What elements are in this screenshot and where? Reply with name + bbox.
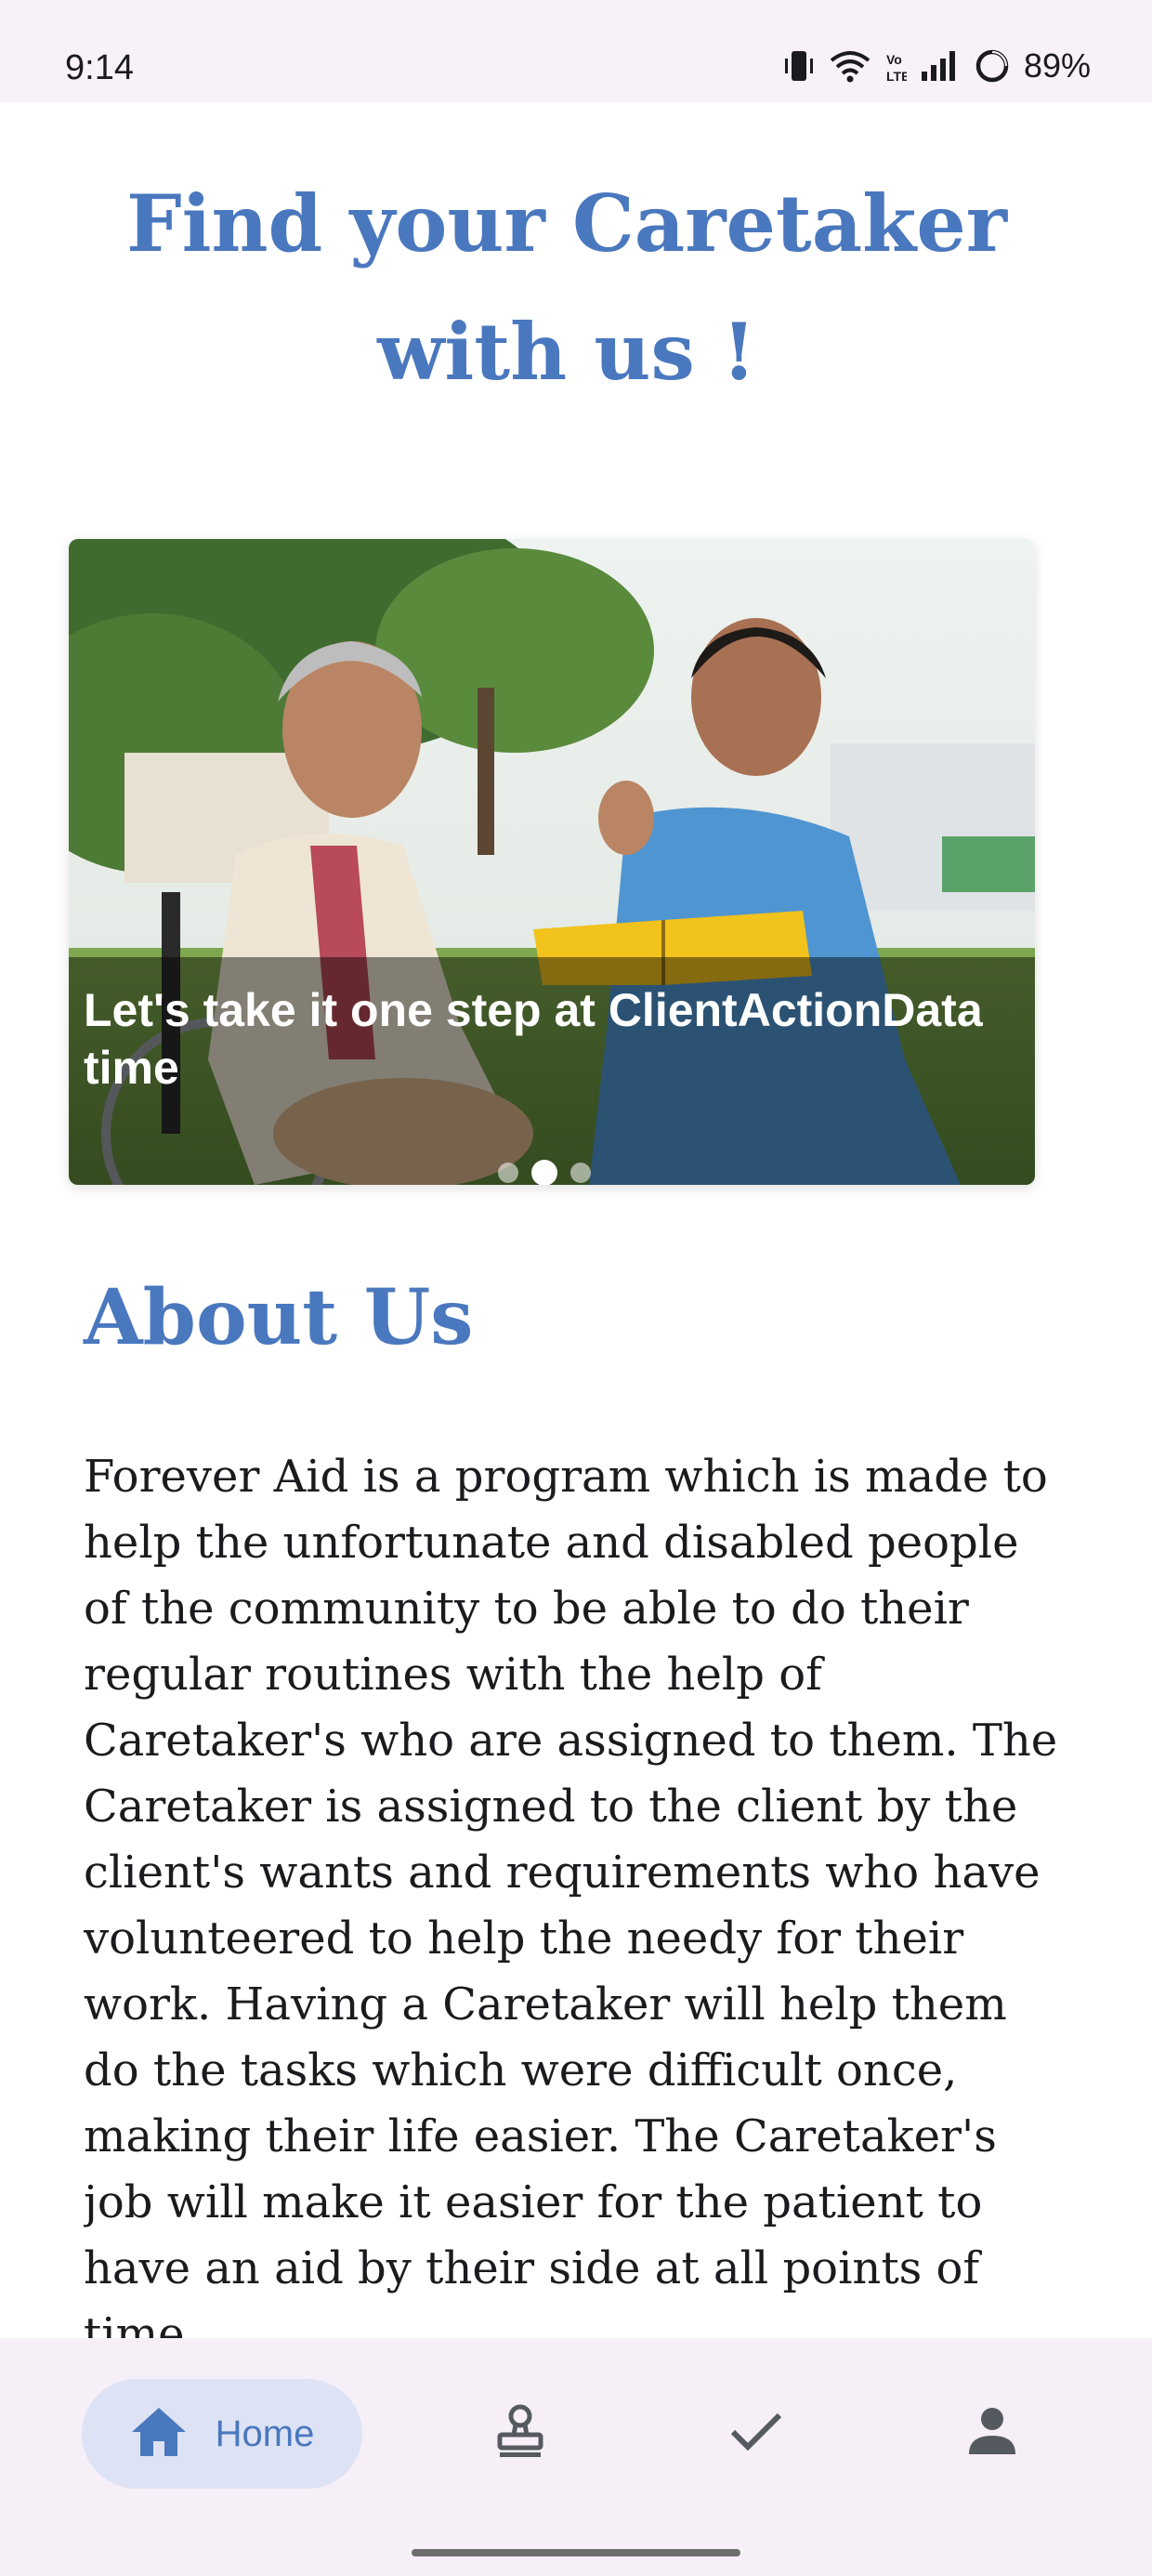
- nav-item-check[interactable]: [728, 2405, 784, 2461]
- check-icon: [729, 2410, 783, 2457]
- svg-text:LTE: LTE: [886, 69, 907, 84]
- nav-item-home-label: Home: [215, 2412, 315, 2454]
- status-icons: Vo LTE 89%: [782, 45, 1091, 87]
- carousel-dot[interactable]: [570, 1163, 591, 1183]
- carousel-dot-active[interactable]: [531, 1160, 557, 1185]
- page-headline: Find your Caretaker with us !: [125, 177, 1008, 398]
- bottom-navigation: Home: [0, 2338, 1152, 2576]
- wifi-icon: [829, 47, 871, 85]
- carousel-dot[interactable]: [498, 1163, 518, 1183]
- carousel-caption: Let's take it one step at ClientActionDa…: [84, 984, 983, 1094]
- person-icon: [967, 2406, 1017, 2461]
- status-bar: 9:14 Vo LTE 89%: [0, 0, 1152, 102]
- vibrate-icon: [782, 47, 816, 85]
- about-body: Forever Aid is a program which is made t…: [84, 1451, 1058, 2338]
- battery-percent: 89%: [1023, 46, 1091, 85]
- gesture-home-indicator[interactable]: [412, 2549, 740, 2556]
- home-icon: [130, 2406, 188, 2463]
- image-carousel[interactable]: Let's take it one step at ClientActionDa…: [69, 539, 1035, 1185]
- stamp-icon: [496, 2403, 544, 2464]
- signal-icon: [920, 47, 961, 85]
- nav-item-profile[interactable]: [964, 2405, 1020, 2461]
- carousel-indicators: [498, 1160, 591, 1185]
- battery-icon: [974, 47, 1011, 85]
- svg-text:Vo: Vo: [886, 52, 902, 67]
- about-title: About Us: [84, 1273, 474, 1362]
- volte-icon: Vo LTE: [884, 47, 907, 85]
- nav-item-stamp[interactable]: [492, 2403, 548, 2464]
- nav-item-home[interactable]: Home: [82, 2379, 362, 2489]
- status-time: 9:14: [65, 48, 134, 87]
